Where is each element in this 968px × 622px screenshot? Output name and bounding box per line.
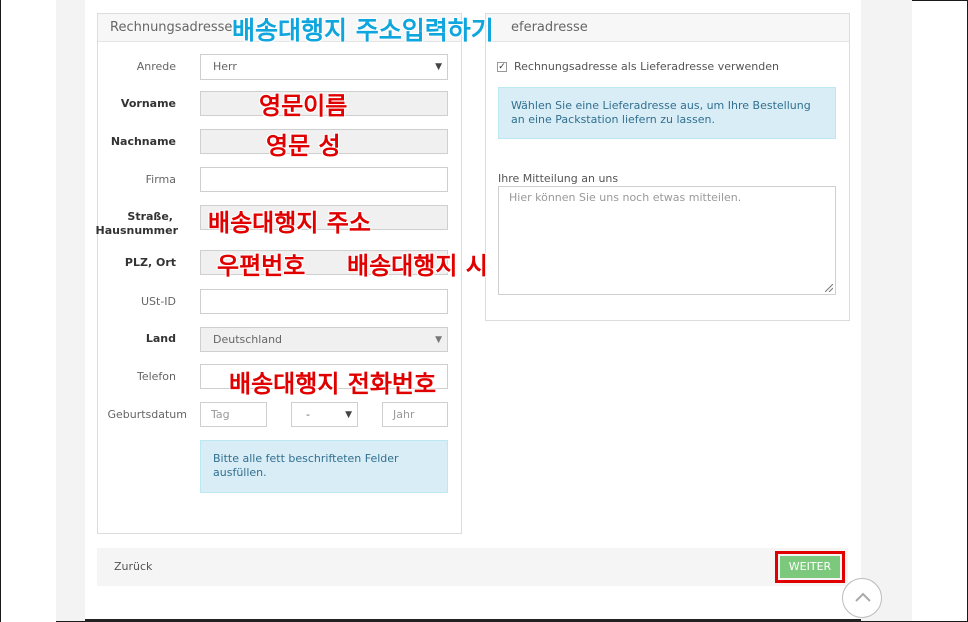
packstation-info: Wählen Sie eine Lieferadresse aus, um Ih… bbox=[498, 87, 836, 139]
message-label: Ihre Mitteilung an uns bbox=[498, 172, 619, 185]
back-link[interactable]: Zurück bbox=[114, 548, 152, 586]
chevron-down-icon: ▼ bbox=[435, 62, 442, 72]
message-textarea[interactable]: Hier können Sie uns noch etwas mitteilen… bbox=[498, 186, 836, 295]
land-label: Land bbox=[145, 332, 176, 345]
geburtsdatum-label: Geburtsdatum bbox=[107, 408, 187, 421]
firma-label: Firma bbox=[145, 173, 176, 186]
anrede-select[interactable]: Herr ▼ bbox=[200, 54, 448, 80]
land-select[interactable]: Deutschland ▼ bbox=[200, 327, 448, 352]
birth-month-value: - bbox=[306, 408, 310, 421]
plz-label: PLZ, Ort bbox=[124, 256, 176, 269]
birth-year-input[interactable]: Jahr bbox=[382, 402, 448, 427]
resize-handle-icon[interactable] bbox=[825, 284, 833, 292]
land-value: Deutschland bbox=[213, 333, 283, 346]
shipping-header-text: eferadresse bbox=[511, 20, 588, 35]
birth-month-select[interactable]: - ▼ bbox=[291, 402, 358, 427]
firma-input[interactable] bbox=[200, 167, 448, 192]
annotation-first-name: 영문이름 bbox=[259, 92, 348, 120]
ustid-label: USt-ID bbox=[140, 295, 176, 308]
chevron-down-icon: ▼ bbox=[435, 335, 442, 345]
left-gutter bbox=[1, 0, 56, 622]
annotation-zip: 우편번호 bbox=[217, 252, 306, 280]
chevron-down-icon: ▼ bbox=[345, 410, 352, 420]
anrede-value: Herr bbox=[213, 60, 237, 73]
ustid-input[interactable] bbox=[200, 289, 448, 314]
required-fields-note: Bitte alle fett beschrifteten Felder aus… bbox=[200, 440, 448, 493]
annotation-city: 배송대행지 시 bbox=[347, 252, 488, 280]
annotation-phone: 배송대행지 전화번호 bbox=[229, 370, 437, 398]
strasse-label-line2: Hausnummer bbox=[95, 224, 178, 237]
next-button[interactable]: WEITER bbox=[780, 556, 840, 578]
vorname-label: Vorname bbox=[120, 97, 176, 110]
anrede-label: Anrede bbox=[136, 60, 176, 73]
next-button-highlight: WEITER bbox=[775, 551, 845, 583]
action-bar: Zurück bbox=[97, 548, 848, 586]
chevron-up-icon bbox=[855, 592, 871, 602]
birth-day-input[interactable]: Tag bbox=[200, 402, 267, 427]
strasse-label-line1: Straße, bbox=[127, 210, 173, 223]
strasse-label: Straße, Hausnummer bbox=[94, 210, 178, 238]
scroll-to-top-button[interactable] bbox=[842, 578, 882, 618]
annotation-street: 배송대행지 주소 bbox=[208, 209, 371, 237]
annotation-last-name: 영문 성 bbox=[266, 132, 341, 160]
use-billing-label[interactable]: Rechnungsadresse als Lieferadresse verwe… bbox=[514, 60, 779, 73]
annotation-title: 배송대행지 주소입력하기 bbox=[232, 16, 494, 45]
telefon-label: Telefon bbox=[136, 370, 176, 383]
message-placeholder: Hier können Sie uns noch etwas mitteilen… bbox=[509, 191, 742, 204]
use-billing-checkbox[interactable]: ✓ bbox=[497, 62, 507, 72]
nachname-label: Nachname bbox=[110, 135, 176, 148]
shipping-header: eferadresse bbox=[486, 14, 849, 42]
